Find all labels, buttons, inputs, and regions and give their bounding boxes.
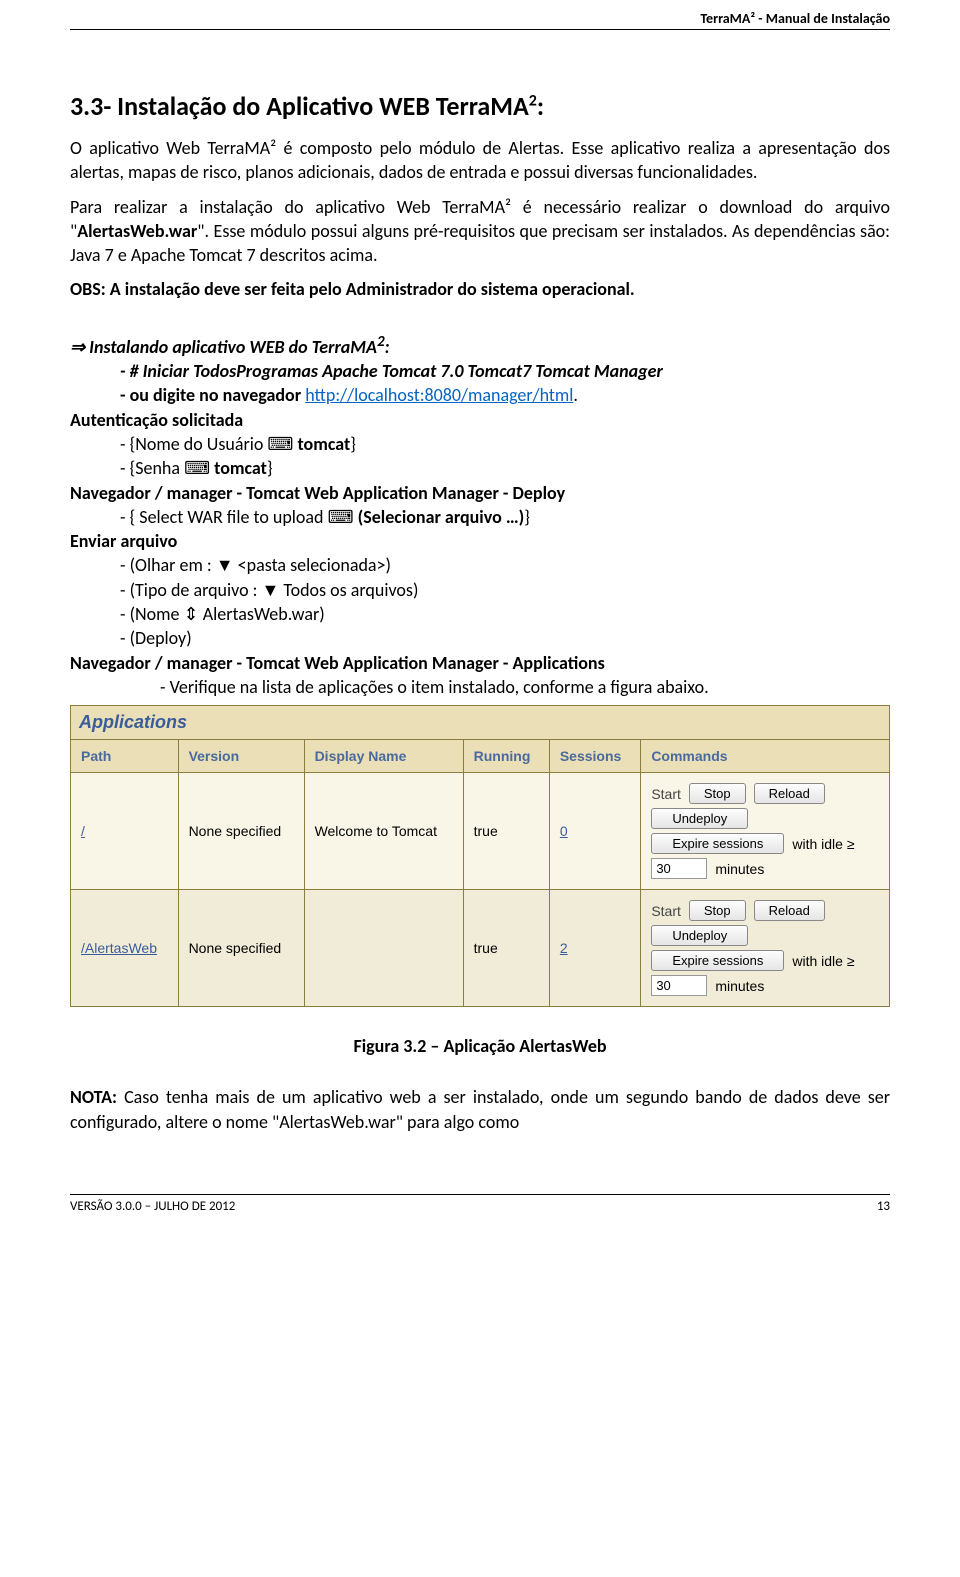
cell-display: [304, 890, 463, 1007]
step-name: - (Nome ⇕ AlertasWeb.war): [120, 602, 890, 626]
step-war-b: (Selecionar arquivo …): [358, 506, 525, 528]
section-colon: :: [537, 90, 544, 122]
idle-label-a: with idle ≥: [792, 836, 854, 852]
figure-caption: Figura 3.2 – Aplicação AlertasWeb: [70, 1035, 890, 1057]
cell-version: None specified: [178, 773, 304, 890]
install-heading: Instalando aplicativo WEB do TerraMA2:: [70, 332, 890, 359]
undeploy-button[interactable]: Undeploy: [651, 808, 748, 829]
p2-b: AlertasWeb.war: [77, 220, 197, 242]
step-verify: - Verifique na lista de aplicações o ite…: [160, 675, 890, 699]
install-steps: Instalando aplicativo WEB do TerraMA2: -…: [70, 332, 890, 699]
undeploy-button[interactable]: Undeploy: [651, 925, 748, 946]
nav-apps-heading: Navegador / manager - Tomcat Web Applica…: [70, 651, 890, 675]
idle-label-b: minutes: [715, 978, 764, 994]
section-title-text: - Instalação do Aplicativo WEB TerraMA: [103, 90, 528, 122]
table-row: / None specified Welcome to Tomcat true …: [71, 773, 890, 890]
step-url-c: .: [573, 384, 578, 406]
footer-page-number: 13: [877, 1199, 890, 1214]
nota-text: Caso tenha mais de um aplicativo web a s…: [70, 1086, 890, 1132]
step-select-war: - { Select WAR file to upload ⌨ (Selecio…: [120, 505, 890, 529]
step-war-c: }: [524, 506, 530, 528]
step-lookin: - (Olhar em : ▼ <pasta selecionada>): [120, 553, 890, 577]
step-user-c: }: [350, 433, 356, 455]
cell-version: None specified: [178, 890, 304, 1007]
col-commands: Commands: [641, 740, 890, 773]
step-pass-b: tomcat: [214, 457, 267, 479]
col-sessions: Sessions: [549, 740, 640, 773]
nav-deploy-heading: Navegador / manager - Tomcat Web Applica…: [70, 481, 890, 505]
cell-display: Welcome to Tomcat: [304, 773, 463, 890]
stop-button[interactable]: Stop: [689, 783, 746, 804]
idle-input[interactable]: [651, 858, 707, 879]
paragraph-2: Para realizar a instalação do aplicativo…: [70, 195, 890, 268]
footer-rule: [70, 1194, 890, 1195]
section-number: 3.3: [70, 90, 103, 122]
step-war-a: - { Select WAR file to upload ⌨: [120, 506, 358, 528]
section-title: 3.3- Instalação do Aplicativo WEB TerraM…: [70, 90, 890, 122]
page-header: TerraMA² - Manual de Instalação: [70, 0, 890, 29]
col-version: Version: [178, 740, 304, 773]
col-running: Running: [463, 740, 549, 773]
start-disabled: Start: [651, 903, 681, 919]
step-url: - ou digite no navegador http://localhos…: [120, 383, 890, 407]
step-deploy: - (Deploy): [120, 626, 890, 650]
expire-button[interactable]: Expire sessions: [651, 833, 784, 854]
applications-table: Applications Path Version Display Name R…: [70, 705, 890, 1007]
table-row: /AlertasWeb None specified true 2 Start …: [71, 890, 890, 1007]
sessions-link[interactable]: 2: [560, 940, 568, 956]
manager-url-link[interactable]: http://localhost:8080/manager/html: [305, 384, 573, 406]
expire-button[interactable]: Expire sessions: [651, 950, 784, 971]
idle-input[interactable]: [651, 975, 707, 996]
step-pass: - {Senha ⌨ tomcat}: [120, 456, 890, 480]
footer-version: VERSÃO 3.0.0 – JULHO DE 2012: [70, 1199, 235, 1214]
sessions-link[interactable]: 0: [560, 823, 568, 839]
step-start-menu: - # Iniciar TodosProgramas Apache Tomcat…: [120, 359, 890, 383]
paragraph-obs: OBS: A instalação deve ser feita pelo Ad…: [70, 277, 890, 301]
auth-heading: Autenticação solicitada: [70, 408, 890, 432]
header-rule: [70, 29, 890, 30]
reload-button[interactable]: Reload: [754, 783, 825, 804]
applications-caption: Applications: [70, 705, 890, 739]
reload-button[interactable]: Reload: [754, 900, 825, 921]
page-footer: VERSÃO 3.0.0 – JULHO DE 2012 13: [70, 1194, 890, 1214]
install-heading-text: Instalando aplicativo WEB do TerraMA: [89, 336, 377, 358]
step-pass-a: - {Senha ⌨: [120, 457, 214, 479]
stop-button[interactable]: Stop: [689, 900, 746, 921]
path-link[interactable]: /AlertasWeb: [81, 940, 157, 956]
path-link[interactable]: /: [81, 823, 85, 839]
paragraph-1: O aplicativo Web TerraMA² é composto pel…: [70, 136, 890, 185]
col-path: Path: [71, 740, 179, 773]
cell-running: true: [463, 890, 549, 1007]
nota-label: NOTA:: [70, 1086, 117, 1108]
step-user: - {Nome do Usuário ⌨ tomcat}: [120, 432, 890, 456]
enviar-heading: Enviar arquivo: [70, 529, 890, 553]
idle-label-a: with idle ≥: [792, 953, 854, 969]
step-url-a: - ou digite no navegador: [120, 384, 305, 406]
section-sup: 2: [529, 91, 537, 110]
step-user-b: tomcat: [297, 433, 350, 455]
install-sup: 2: [377, 333, 385, 351]
cell-commands: Start Stop Reload Undeploy Expire sessio…: [641, 773, 890, 890]
nota-paragraph: NOTA: Caso tenha mais de um aplicativo w…: [70, 1085, 890, 1134]
cell-commands: Start Stop Reload Undeploy Expire sessio…: [641, 890, 890, 1007]
step-user-a: - {Nome do Usuário ⌨: [120, 433, 297, 455]
idle-label-b: minutes: [715, 861, 764, 877]
start-disabled: Start: [651, 786, 681, 802]
install-colon: :: [385, 336, 390, 358]
step-pass-c: }: [267, 457, 273, 479]
step-filetype: - (Tipo de arquivo : ▼ Todos os arquivos…: [120, 578, 890, 602]
col-display: Display Name: [304, 740, 463, 773]
cell-running: true: [463, 773, 549, 890]
